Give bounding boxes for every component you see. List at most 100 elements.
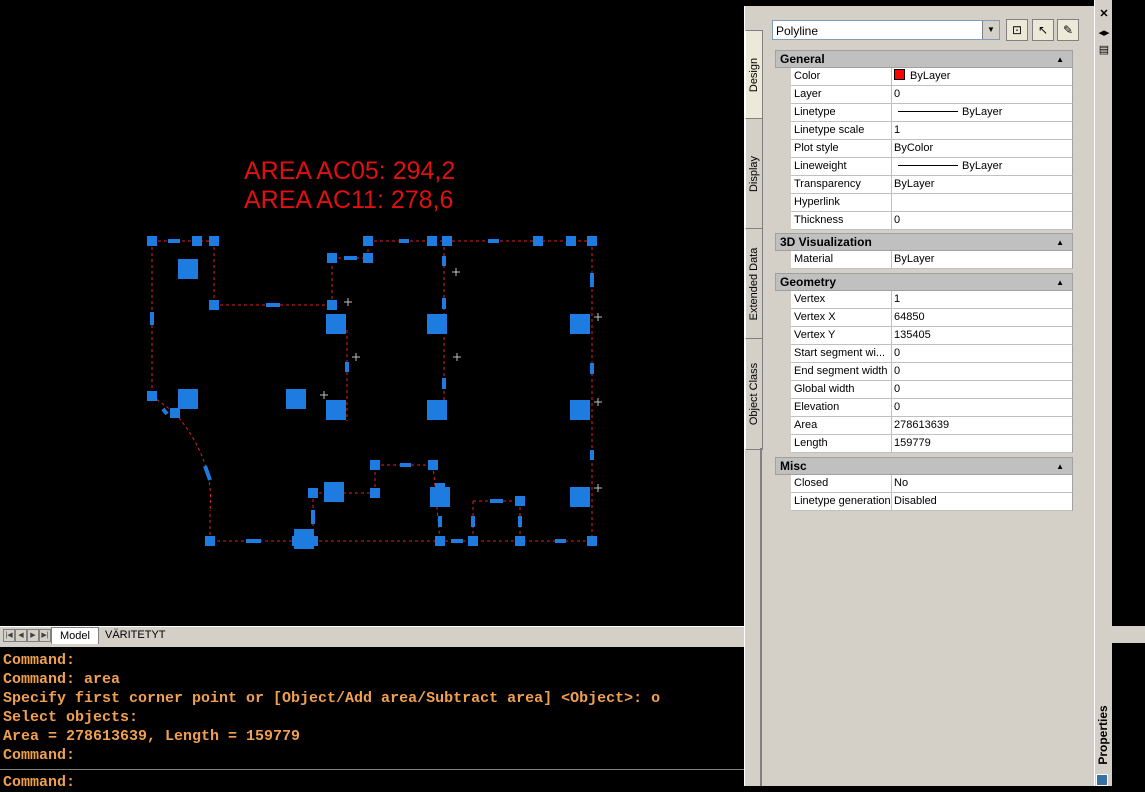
category-header[interactable]: Geometry ▲ xyxy=(775,273,1073,291)
tab-extended-data[interactable]: Extended Data xyxy=(745,228,763,340)
grip-point[interactable] xyxy=(205,536,215,546)
property-row[interactable]: Linetype generation Disabled xyxy=(775,493,1073,511)
grip-point[interactable] xyxy=(363,253,373,263)
grip-point[interactable] xyxy=(468,536,478,546)
property-value[interactable]: 64850 xyxy=(892,309,1073,327)
tab-object-class[interactable]: Object Class xyxy=(745,338,763,450)
grip-point[interactable] xyxy=(428,460,438,470)
property-row[interactable]: Vertex X 64850 xyxy=(775,309,1073,327)
property-value[interactable]: 1 xyxy=(892,291,1073,309)
grip-cluster[interactable] xyxy=(430,487,450,507)
palette-properties-icon[interactable]: ▤ xyxy=(1098,44,1110,56)
tab-varitetyt[interactable]: VÄRITETYT xyxy=(97,627,174,643)
grip-point[interactable] xyxy=(587,236,597,246)
grip-cluster[interactable] xyxy=(178,389,198,409)
prev-layout-icon[interactable]: ◀ xyxy=(15,629,27,642)
property-row[interactable]: Vertex Y 135405 xyxy=(775,327,1073,345)
grip-cluster[interactable] xyxy=(326,314,346,334)
grip-point[interactable] xyxy=(566,236,576,246)
grip-point[interactable] xyxy=(363,236,373,246)
command-prompt[interactable]: Command: xyxy=(3,773,75,792)
grip-cluster[interactable] xyxy=(324,482,344,502)
grip-point[interactable] xyxy=(587,536,597,546)
property-value[interactable]: ByLayer xyxy=(892,158,1073,176)
property-row[interactable]: Linetype scale 1 xyxy=(775,122,1073,140)
grip-point[interactable] xyxy=(147,236,157,246)
property-value[interactable]: 0 xyxy=(892,212,1073,230)
floor-plan-polyline[interactable] xyxy=(0,0,760,626)
grip-point[interactable] xyxy=(209,236,219,246)
property-row[interactable]: Length 159779 xyxy=(775,435,1073,453)
property-row[interactable]: Area 278613639 xyxy=(775,417,1073,435)
close-icon[interactable]: ✕ xyxy=(1098,8,1110,20)
drawing-canvas[interactable]: AREA AC05: 294,2 AREA AC11: 278,6 xyxy=(0,0,760,626)
autohide-icon[interactable]: ◂▸ xyxy=(1098,27,1110,39)
collapse-icon[interactable]: ▲ xyxy=(1056,458,1064,475)
grip-cluster[interactable] xyxy=(570,487,590,507)
property-value[interactable]: 0 xyxy=(892,345,1073,363)
grip-point[interactable] xyxy=(192,236,202,246)
segment-grip[interactable] xyxy=(161,407,169,416)
property-row[interactable]: Vertex 1 xyxy=(775,291,1073,309)
category-header[interactable]: 3D Visualization ▲ xyxy=(775,233,1073,251)
grip-cluster[interactable] xyxy=(427,400,447,420)
toggle-pickadd-icon[interactable]: ✎ xyxy=(1057,19,1079,41)
grip-point[interactable] xyxy=(370,488,380,498)
quick-select-icon[interactable]: ⊡ xyxy=(1006,19,1028,41)
property-row[interactable]: Start segment wi... 0 xyxy=(775,345,1073,363)
property-value[interactable]: 1 xyxy=(892,122,1073,140)
property-row[interactable]: Hyperlink xyxy=(775,194,1073,212)
grip-point[interactable] xyxy=(170,408,180,418)
next-layout-icon[interactable]: ▶ xyxy=(27,629,39,642)
property-value[interactable]: ByLayer xyxy=(892,176,1073,194)
property-row[interactable]: Thickness 0 xyxy=(775,212,1073,230)
property-row[interactable]: Color ByLayer xyxy=(775,68,1073,86)
grip-point[interactable] xyxy=(327,253,337,263)
polyline-arc[interactable] xyxy=(174,412,212,511)
property-row[interactable]: Global width 0 xyxy=(775,381,1073,399)
category-header[interactable]: Misc ▲ xyxy=(775,457,1073,475)
property-value[interactable]: 278613639 xyxy=(892,417,1073,435)
first-layout-icon[interactable]: |◀ xyxy=(3,629,15,642)
grip-point[interactable] xyxy=(427,236,437,246)
grip-cluster[interactable] xyxy=(326,400,346,420)
property-row[interactable]: Transparency ByLayer xyxy=(775,176,1073,194)
grip-point[interactable] xyxy=(327,300,337,310)
property-value[interactable]: 0 xyxy=(892,86,1073,104)
property-row[interactable]: Plot style ByColor xyxy=(775,140,1073,158)
select-objects-icon[interactable]: ↖ xyxy=(1032,19,1054,41)
segment-grip[interactable] xyxy=(203,465,212,481)
grip-cluster[interactable] xyxy=(294,529,314,549)
property-row[interactable]: Material ByLayer xyxy=(775,251,1073,269)
object-type-select[interactable]: Polyline ▼ xyxy=(772,20,1000,40)
grip-cluster[interactable] xyxy=(178,259,198,279)
command-window[interactable]: Command: Command: area Specify first cor… xyxy=(0,644,760,792)
grip-point[interactable] xyxy=(308,488,318,498)
property-value[interactable]: 0 xyxy=(892,399,1073,417)
last-layout-icon[interactable]: ▶| xyxy=(39,629,51,642)
tab-model[interactable]: Model xyxy=(51,627,99,644)
grip-point[interactable] xyxy=(147,391,157,401)
grip-point[interactable] xyxy=(370,460,380,470)
property-value[interactable]: Disabled xyxy=(892,493,1073,511)
grip-cluster[interactable] xyxy=(286,389,306,409)
property-value[interactable]: 135405 xyxy=(892,327,1073,345)
property-value[interactable]: ByLayer xyxy=(892,68,1073,86)
grip-point[interactable] xyxy=(435,536,445,546)
property-row[interactable]: Linetype ByLayer xyxy=(775,104,1073,122)
property-value[interactable]: 0 xyxy=(892,381,1073,399)
collapse-icon[interactable]: ▲ xyxy=(1056,274,1064,291)
grip-point[interactable] xyxy=(442,236,452,246)
chevron-down-icon[interactable]: ▼ xyxy=(982,21,999,39)
property-row[interactable]: End segment width 0 xyxy=(775,363,1073,381)
property-row[interactable]: Closed No xyxy=(775,475,1073,493)
property-row[interactable]: Elevation 0 xyxy=(775,399,1073,417)
property-row[interactable]: Layer 0 xyxy=(775,86,1073,104)
grip-point[interactable] xyxy=(515,536,525,546)
property-value[interactable]: ByColor xyxy=(892,140,1073,158)
collapse-icon[interactable]: ▲ xyxy=(1056,234,1064,251)
property-value[interactable]: No xyxy=(892,475,1073,493)
property-value[interactable]: ByLayer xyxy=(892,251,1073,269)
property-value[interactable] xyxy=(892,194,1073,212)
property-value[interactable]: 159779 xyxy=(892,435,1073,453)
